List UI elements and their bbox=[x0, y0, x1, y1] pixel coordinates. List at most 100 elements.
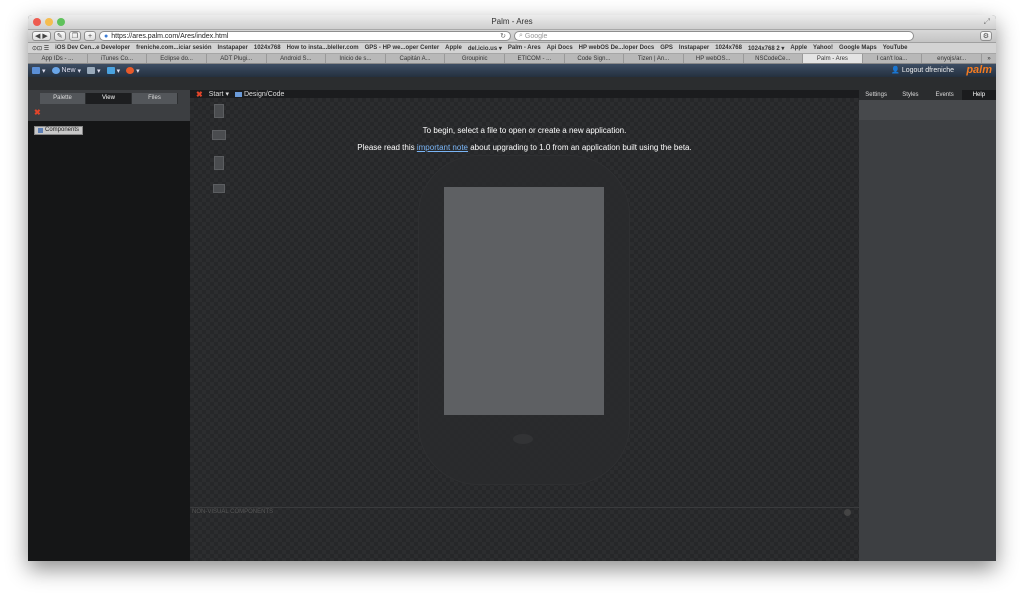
browser-tab[interactable]: App IDs - ... bbox=[28, 54, 88, 63]
palette-item[interactable] bbox=[213, 184, 225, 193]
right-tab-settings[interactable]: Settings bbox=[859, 90, 893, 100]
browser-tab[interactable]: HP webOS... bbox=[684, 54, 744, 63]
device-screen[interactable] bbox=[444, 187, 604, 415]
left-tab-view[interactable]: View bbox=[86, 93, 132, 104]
ares-toolbar: ▾ New ▾ ▾ ▾ ▾ 👤 Logout dfreniche palm bbox=[28, 64, 996, 77]
bookmark-item[interactable]: 1024x768 bbox=[715, 45, 742, 51]
important-note-link[interactable]: important note bbox=[417, 143, 468, 152]
browser-tab[interactable]: NSCodeCe... bbox=[744, 54, 804, 63]
logout-label: Logout dfreniche bbox=[901, 67, 954, 74]
bookmark-item[interactable]: Instapaper bbox=[679, 45, 709, 51]
palette-item[interactable] bbox=[214, 104, 224, 118]
edit-icon[interactable]: ✎ bbox=[53, 31, 66, 41]
ares-menu-button[interactable]: ▾ bbox=[32, 67, 46, 75]
tree-icon bbox=[87, 67, 96, 74]
bookmark-item[interactable]: Google Maps bbox=[839, 45, 877, 51]
address-bar[interactable]: ● https://ares.palm.com/Ares/index.html … bbox=[99, 31, 511, 41]
bookmark-item[interactable]: Palm - Ares bbox=[508, 45, 541, 51]
browser-tab[interactable]: Palm - Ares bbox=[803, 54, 863, 63]
bookmark-item[interactable]: How to insta...bleller.com bbox=[287, 45, 359, 51]
browser-tab[interactable]: Android S... bbox=[267, 54, 327, 63]
delete-icon[interactable]: ✖ bbox=[34, 108, 41, 117]
left-panel-tabs: Palette View Files bbox=[40, 93, 178, 104]
expand-icon[interactable] bbox=[844, 509, 851, 516]
bookmark-icon[interactable]: ❐ bbox=[68, 31, 81, 41]
browser-tab[interactable]: enyojs/ar... bbox=[922, 54, 982, 63]
right-tab-events[interactable]: Events bbox=[928, 90, 962, 100]
bookmark-item[interactable]: GPS bbox=[660, 45, 673, 51]
upgrade-note: Please read this important note about up… bbox=[190, 143, 859, 152]
design-code-button[interactable]: Design/Code bbox=[234, 90, 285, 98]
right-tab-help[interactable]: Help bbox=[961, 90, 996, 100]
bookmark-item[interactable]: Yahoo! bbox=[813, 45, 833, 51]
tree-menu-button[interactable]: ▾ bbox=[87, 67, 101, 75]
browser-tab[interactable]: Code Sign... bbox=[565, 54, 625, 63]
new-icon bbox=[51, 67, 60, 74]
browser-tab[interactable]: Capitán A... bbox=[386, 54, 446, 63]
browser-tab[interactable]: ETICOM - ... bbox=[505, 54, 565, 63]
resize-icon[interactable]: ⤢ bbox=[984, 17, 990, 27]
device-home-button bbox=[513, 434, 533, 444]
bookmark-item[interactable]: Apple bbox=[445, 45, 462, 51]
close-icon[interactable]: ✖ bbox=[196, 90, 203, 99]
url-toolbar: ◀ ▶ ✎ ❐ + ● https://ares.palm.com/Ares/i… bbox=[28, 30, 996, 43]
design-canvas: ✖ Start ▾ Design/Code To begin, select a… bbox=[190, 90, 859, 561]
left-tab-files[interactable]: Files bbox=[132, 93, 178, 104]
browser-tab[interactable]: iTunes Co... bbox=[88, 54, 148, 63]
more-tabs-icon[interactable]: » bbox=[982, 54, 996, 63]
right-panel: Settings Styles Events Help bbox=[859, 90, 996, 561]
back-button[interactable]: ◀ ▶ bbox=[32, 31, 51, 41]
monitor-icon bbox=[32, 67, 40, 74]
search-placeholder: Google bbox=[524, 32, 548, 40]
bookmark-item[interactable]: 1024x768 bbox=[254, 45, 281, 51]
welcome-message: To begin, select a file to open or creat… bbox=[422, 126, 627, 135]
browser-tab[interactable]: Eclipse do... bbox=[147, 54, 207, 63]
bookmark-item[interactable]: YouTube bbox=[883, 45, 908, 51]
play-icon bbox=[106, 67, 115, 74]
start-button[interactable]: Start ▾ bbox=[209, 90, 229, 98]
start-label: Start bbox=[208, 91, 224, 98]
design-code-label: Design/Code bbox=[243, 90, 285, 98]
left-panel-header: Palette View Files ✖ bbox=[28, 90, 190, 121]
browser-tab[interactable]: Tizen | An... bbox=[624, 54, 684, 63]
reading-list-icon[interactable]: ⊙⊡ ☰ bbox=[32, 45, 49, 52]
right-tab-styles[interactable]: Styles bbox=[893, 90, 927, 100]
bookmark-item[interactable]: Instapaper bbox=[218, 45, 248, 51]
browser-tab[interactable]: ADT Plugi... bbox=[207, 54, 267, 63]
bookmark-item[interactable]: Apple bbox=[790, 45, 807, 51]
bookmark-item[interactable]: freniche.com...iciar sesión bbox=[136, 45, 211, 51]
browser-window: Palm - Ares ⤢ ◀ ▶ ✎ ❐ + ● https://ares.p… bbox=[28, 15, 996, 561]
left-tab-palette[interactable]: Palette bbox=[40, 93, 86, 104]
browser-tab[interactable]: I can't loa... bbox=[863, 54, 923, 63]
logout-link[interactable]: 👤 Logout dfreniche bbox=[891, 66, 954, 74]
bookmark-item[interactable]: 1024x768 2 ▾ bbox=[748, 45, 784, 52]
secure-globe-icon: ● bbox=[104, 32, 109, 40]
window-title: Palm - Ares bbox=[491, 17, 533, 26]
run-menu-button[interactable]: ▾ bbox=[106, 67, 120, 75]
upgrade-note-suffix: about upgrading to 1.0 from an applicati… bbox=[468, 143, 692, 152]
add-bookmark-button[interactable]: + bbox=[84, 31, 96, 41]
non-visual-label: NON-VISUAL COMPONENTS bbox=[192, 509, 274, 515]
design-code-icon bbox=[234, 91, 242, 97]
title-bar: Palm - Ares ⤢ bbox=[28, 15, 996, 30]
left-panel: Palette View Files ✖ Components bbox=[28, 90, 190, 561]
help-menu-button[interactable]: ▾ bbox=[126, 67, 140, 75]
address-text: https://ares.palm.com/Ares/index.html bbox=[111, 32, 229, 40]
components-tree-item[interactable]: Components bbox=[34, 126, 84, 135]
browser-tab[interactable]: Groupinic bbox=[445, 54, 505, 63]
bookmark-item[interactable]: Api Docs bbox=[547, 45, 573, 51]
palette-item[interactable] bbox=[214, 156, 224, 170]
settings-gear-icon[interactable]: ⚙ bbox=[979, 31, 992, 41]
reload-icon[interactable]: ↻ bbox=[500, 32, 506, 40]
bookmark-item[interactable]: GPS - HP we...oper Center bbox=[365, 45, 440, 51]
bookmark-item[interactable]: del.icio.us ▾ bbox=[468, 45, 502, 52]
user-icon: 👤 bbox=[891, 67, 900, 74]
components-label: Components bbox=[45, 127, 80, 133]
browser-tab[interactable]: Inicio de s... bbox=[326, 54, 386, 63]
bookmark-item[interactable]: iOS Dev Cen...e Developer bbox=[55, 45, 130, 51]
bookmark-item[interactable]: HP webOS De...loper Docs bbox=[579, 45, 655, 51]
search-input[interactable]: ⌕ Google bbox=[514, 31, 914, 41]
palm-logo: palm bbox=[966, 64, 992, 76]
bookmarks-bar: ⊙⊡ ☰ iOS Dev Cen...e Developer freniche.c… bbox=[28, 43, 996, 54]
new-button[interactable]: New ▾ bbox=[51, 67, 81, 75]
